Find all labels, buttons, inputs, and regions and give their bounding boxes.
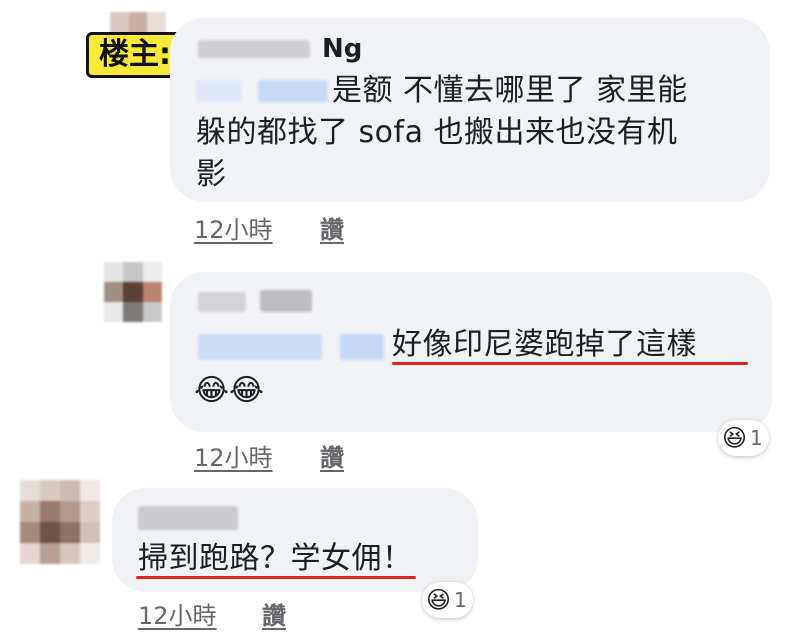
blurred-mention (340, 334, 384, 360)
comment-text-line: 躲的都找了 sofa 也搬出来也没有机 (196, 115, 678, 150)
comment-text-line: 好像印尼婆跑掉了這樣 (392, 327, 697, 362)
red-underline (392, 362, 748, 365)
blurred-mention (196, 80, 242, 102)
like-button[interactable]: 讚 (320, 210, 344, 245)
timestamp-link[interactable]: 12小時 (138, 596, 217, 631)
blurred-username (138, 506, 238, 530)
like-button[interactable]: 讚 (320, 438, 344, 473)
laughing-reaction-icon: 😆 (426, 586, 452, 614)
laughing-emoji-text: 😂😂 (194, 373, 265, 408)
avatar[interactable] (20, 480, 100, 564)
comment-text-line: 是额 不懂去哪里了 家里能 (332, 73, 688, 108)
comment-text-line: 掃到跑路？学女佣！ (138, 541, 413, 576)
red-underline (136, 576, 416, 579)
commenter-name[interactable]: Ng (322, 32, 362, 66)
reaction-count-badge[interactable]: 😆 1 (422, 582, 473, 618)
avatar[interactable] (104, 262, 162, 322)
blurred-username (260, 290, 312, 312)
blurred-mention (198, 334, 322, 360)
reaction-count-badge[interactable]: 😆 1 (718, 420, 769, 456)
blurred-mention (258, 80, 328, 102)
reaction-count: 1 (750, 426, 763, 450)
like-button[interactable]: 讚 (262, 596, 286, 631)
laughing-reaction-icon: 😆 (722, 424, 748, 452)
comment-text-line: 影 (196, 157, 227, 192)
reaction-count: 1 (454, 588, 467, 612)
blurred-username (198, 292, 246, 312)
blurred-username (198, 40, 310, 58)
timestamp-link[interactable]: 12小時 (194, 438, 273, 473)
timestamp-link[interactable]: 12小時 (194, 210, 273, 245)
